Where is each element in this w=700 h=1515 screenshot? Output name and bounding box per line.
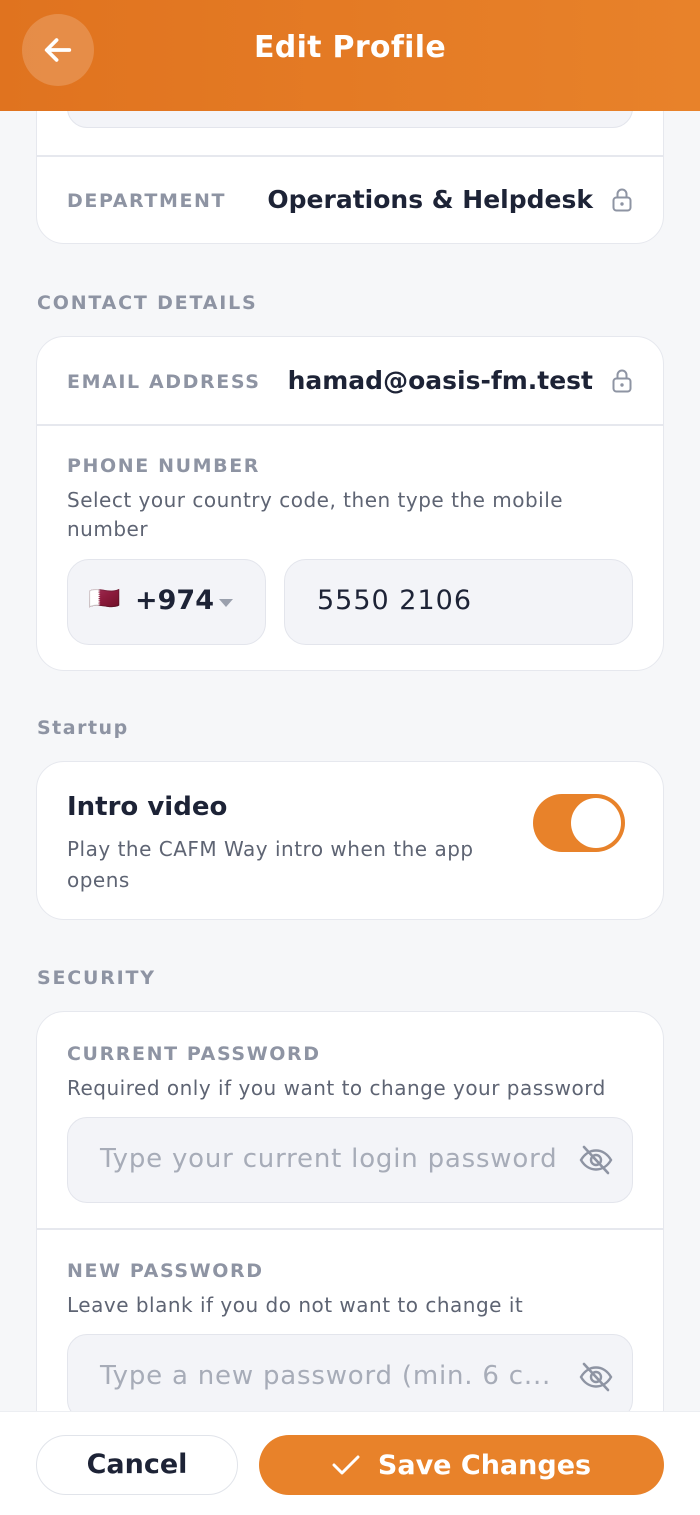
country-code-select[interactable]: 🇶🇦 +974 [67, 559, 266, 645]
phone-number-value: 5550 2106 [317, 585, 473, 616]
new-password-label: NEW PASSWORD [67, 1260, 264, 1282]
new-password-placeholder: Type a new password (min. 6 c... [100, 1361, 552, 1391]
security-card: CURRENT PASSWORD Required only if you wa… [36, 1011, 664, 1411]
phone-label: PHONE NUMBER [67, 455, 261, 477]
cancel-button[interactable]: Cancel [36, 1435, 238, 1495]
lock-icon [612, 369, 632, 393]
card-divider [37, 424, 663, 426]
organisation-input-partial[interactable] [67, 111, 633, 128]
lock-icon [612, 188, 632, 212]
startup-card: Intro video Play the CAFM Way intro when… [36, 761, 664, 920]
intro-video-helper: Play the CAFM Way intro when the app ope… [67, 837, 474, 892]
qatar-flag-icon: 🇶🇦 [88, 584, 121, 614]
eye-off-icon[interactable] [578, 1361, 614, 1393]
current-password-helper: Required only if you want to change your… [67, 1076, 606, 1100]
intro-video-toggle[interactable] [533, 794, 625, 852]
phone-number-input[interactable]: 5550 2106 [284, 559, 633, 645]
new-password-helper: Leave blank if you do not want to change… [67, 1293, 524, 1317]
intro-video-title: Intro video [67, 792, 228, 822]
save-changes-label: Save Changes [377, 1449, 592, 1481]
organisation-card: DEPARTMENT Operations & Helpdesk [36, 111, 664, 244]
current-password-input[interactable]: Type your current login password [67, 1117, 633, 1203]
check-icon [332, 1455, 360, 1475]
current-password-label: CURRENT PASSWORD [67, 1043, 321, 1065]
contact-section-title: CONTACT DETAILS [37, 292, 258, 314]
department-label: DEPARTMENT [67, 190, 227, 212]
eye-off-icon[interactable] [578, 1144, 614, 1176]
save-changes-button[interactable]: Save Changes [259, 1435, 664, 1495]
toggle-knob [571, 798, 621, 848]
contact-card: EMAIL ADDRESS hamad@oasis-fm.test PHONE … [36, 336, 664, 671]
security-section-title: SECURITY [37, 967, 156, 989]
app-header: Edit Profile [0, 0, 700, 111]
card-divider [37, 1228, 663, 1230]
action-bar: Cancel Save Changes [0, 1411, 700, 1515]
form-scroll-area[interactable]: DEPARTMENT Operations & Helpdesk CONTACT… [0, 111, 700, 1411]
caret-down-icon [219, 599, 233, 607]
email-value: hamad@oasis-fm.test [287, 366, 593, 395]
card-divider [37, 155, 663, 157]
email-label: EMAIL ADDRESS [67, 371, 261, 393]
department-value: Operations & Helpdesk [267, 185, 593, 214]
country-code-value: +974 [135, 585, 214, 616]
startup-section-title: Startup [37, 717, 129, 739]
current-password-placeholder: Type your current login password [100, 1144, 558, 1174]
new-password-input[interactable]: Type a new password (min. 6 c... [67, 1334, 633, 1411]
page-title: Edit Profile [254, 30, 446, 65]
phone-helper-text: Select your country code, then type the … [67, 488, 564, 541]
